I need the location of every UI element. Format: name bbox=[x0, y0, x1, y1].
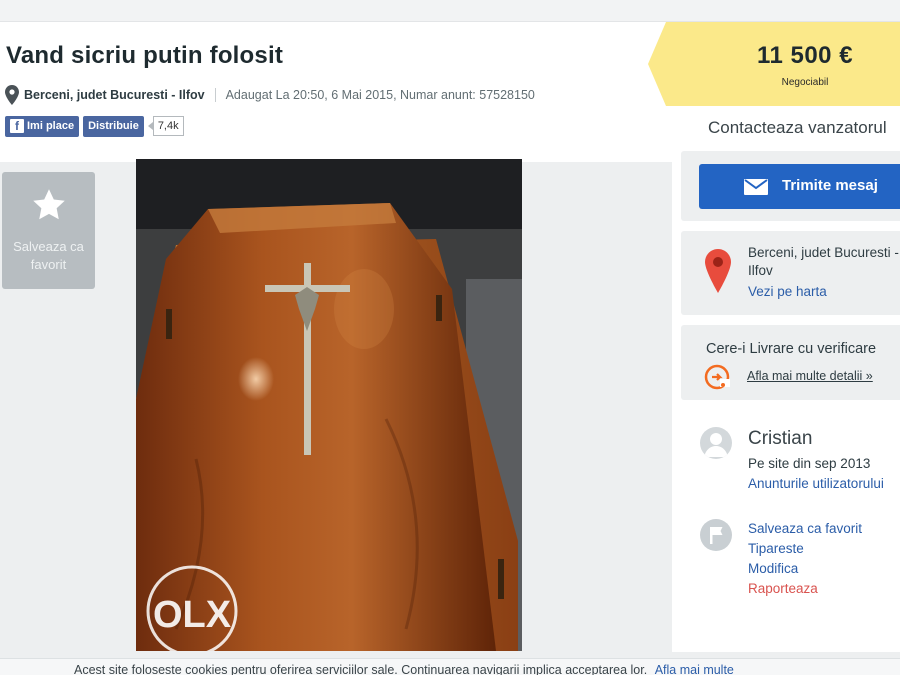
share-count: 7,4k bbox=[147, 116, 184, 136]
address-line2: Ilfov bbox=[748, 263, 773, 278]
flag-icon bbox=[700, 519, 732, 551]
seller-ads-link[interactable]: Anunturile utilizatorului bbox=[748, 476, 884, 491]
cookie-notice: Acest site foloseste cookies pentru ofer… bbox=[74, 663, 734, 675]
map-pin-icon bbox=[705, 249, 731, 293]
address-line1: Berceni, judet Bucuresti - bbox=[748, 245, 899, 260]
save-favorite-box[interactable]: Salveaza ca favorit bbox=[2, 172, 95, 289]
save-favorite-label-line1: Salveaza ca bbox=[13, 239, 84, 254]
top-strip bbox=[0, 0, 900, 22]
facebook-like-button[interactable]: f Imi place bbox=[5, 115, 80, 137]
like-label: Imi place bbox=[27, 120, 75, 132]
location-row: Berceni, judet Bucuresti - Ilfov Adaugat… bbox=[5, 84, 535, 106]
seller-address: Berceni, judet Bucuresti - Ilfov bbox=[748, 244, 899, 280]
divider bbox=[214, 88, 216, 102]
location-pin-icon bbox=[5, 85, 19, 105]
print-link[interactable]: Tipareste bbox=[748, 541, 804, 556]
price: 11 500 € bbox=[756, 42, 854, 69]
listing-photo[interactable]: OLX bbox=[136, 159, 522, 651]
seller-name: Cristian bbox=[748, 428, 813, 449]
save-favorite-label-line2: favorit bbox=[30, 257, 67, 272]
facebook-icon: f bbox=[10, 119, 24, 133]
delivery-details-link[interactable]: Afla mai multe detalii » bbox=[747, 369, 873, 383]
listing-title: Vand sicriu putin folosit bbox=[6, 42, 284, 69]
share-label: Distribuie bbox=[88, 120, 139, 132]
send-message-button[interactable]: Trimite mesaj bbox=[699, 164, 900, 209]
delivery-title: Cere-i Livrare cu verificare bbox=[706, 341, 877, 357]
social-row: f Imi place Distribuie 7,4k bbox=[5, 115, 184, 137]
delivery-icon bbox=[704, 364, 730, 390]
envelope-icon bbox=[744, 179, 768, 195]
listing-meta: Adaugat La 20:50, 6 Mai 2015, Numar anun… bbox=[225, 88, 535, 102]
send-message-label: Trimite mesaj bbox=[782, 177, 878, 194]
report-link[interactable]: Raporteaza bbox=[748, 581, 818, 596]
save-favorite-label: Salveaza ca favorit bbox=[2, 238, 95, 274]
user-avatar-icon bbox=[700, 427, 732, 459]
seller-since: Pe site din sep 2013 bbox=[748, 456, 871, 471]
save-favorite-link[interactable]: Salveaza ca favorit bbox=[748, 521, 862, 536]
view-map-link[interactable]: Vezi pe harta bbox=[748, 284, 827, 299]
edit-link[interactable]: Modifica bbox=[748, 561, 798, 576]
price-note: Negociabil bbox=[781, 77, 829, 88]
cookie-text: Acest site foloseste cookies pentru ofer… bbox=[74, 663, 648, 675]
listing-location: Berceni, judet Bucuresti - Ilfov bbox=[24, 88, 205, 102]
cookie-more-link[interactable]: Afla mai multe bbox=[655, 663, 734, 675]
facebook-share-button[interactable]: Distribuie bbox=[83, 115, 144, 137]
olx-watermark: OLX bbox=[153, 594, 232, 636]
contact-heading: Contacteaza vanzatorul bbox=[708, 118, 887, 137]
star-icon bbox=[33, 189, 65, 220]
